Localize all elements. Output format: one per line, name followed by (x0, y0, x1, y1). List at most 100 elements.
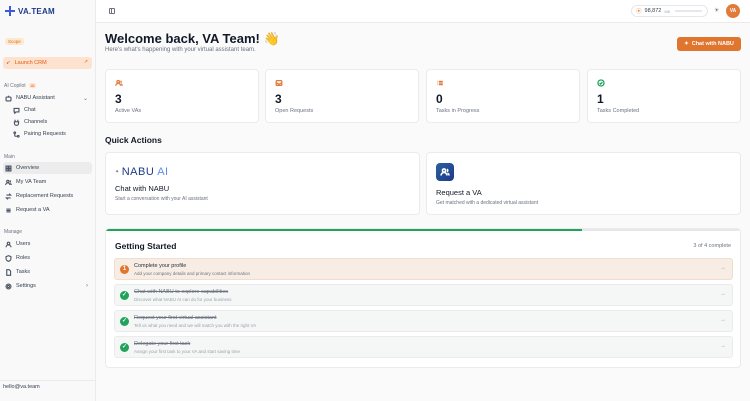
sidebar-item-nabu-assistant[interactable]: NABU Assistant ⌄ (3, 92, 92, 104)
sidebar-item-request-a-va[interactable]: Request a VA (3, 204, 92, 216)
task-request-first-va[interactable]: ✓ Request your first virtual assistant T… (114, 310, 733, 332)
stat-value: 3 (115, 92, 122, 106)
credits-percent: 9/8 (664, 8, 670, 14)
task-desc: Tell us what you need and we will match … (134, 323, 257, 328)
credits-indicator[interactable]: ⦿ 98,872 9/8 (631, 5, 708, 17)
sidebar-item-overview[interactable]: Overview (3, 162, 92, 174)
users-label: Users (16, 241, 31, 247)
check-icon: ✓ (120, 317, 129, 326)
nabu-assistant-label: NABU Assistant (16, 95, 55, 101)
sidebar-item-my-va-team[interactable]: My VA Team (3, 176, 92, 188)
nabu-ai-logo: ✦ NABU AI (115, 166, 169, 178)
quick-actions-title: Quick Actions (105, 135, 162, 145)
sidebar-item-roles[interactable]: Roles (3, 252, 92, 264)
sidebar-divider (0, 380, 96, 381)
plus-logo-icon (5, 6, 15, 16)
sidebar: VA.TEAM Scope ➹ Launch CRM ↗ AI Copilot A… (0, 0, 96, 401)
theme-toggle-icon[interactable]: ☀ (714, 8, 720, 14)
file-icon (5, 268, 12, 276)
chat-label: Chat (24, 107, 36, 113)
channels-label: Channels (24, 119, 48, 125)
task-title: Complete your profile (134, 263, 187, 269)
sparkle-icon: ✦ (115, 169, 120, 176)
main-section-label: Main (4, 154, 15, 160)
users-icon (5, 179, 12, 186)
message-icon (13, 107, 20, 114)
chat-with-nabu-button[interactable]: ✦ Chat with NABU (677, 37, 741, 51)
stat-card-active-vas: 3 Active VAs (105, 69, 259, 123)
bot-icon (5, 95, 12, 102)
grid-icon (5, 164, 12, 172)
stat-value: 1 (597, 92, 604, 106)
getting-started-count: 3 of 4 complete (693, 243, 731, 249)
sidebar-item-pairing-requests[interactable]: Pairing Requests (11, 128, 91, 140)
overview-label: Overview (16, 165, 39, 171)
page-title: Welcome back, VA Team! 👋 (105, 31, 280, 46)
launch-crm-button[interactable]: ➹ Launch CRM ↗ (3, 57, 92, 69)
task-title: Chat with NABU to explore capabilities (134, 289, 229, 295)
task-desc: Discover what NABU AI can do for your bu… (134, 297, 232, 302)
swap-icon (5, 192, 12, 200)
chat-with-nabu-card[interactable]: ✦ NABU AI Chat with NABU Start a conversa… (105, 152, 420, 215)
sparkle-icon: ✦ (684, 41, 689, 47)
user-email: hello@va.team (3, 384, 40, 390)
ai-tag: AI (28, 83, 37, 88)
roles-label: Roles (16, 255, 31, 261)
credits-value: 98,872 (644, 8, 662, 14)
task-complete-profile[interactable]: 1 Complete your profile Add your company… (114, 258, 733, 280)
user-icon (5, 241, 12, 248)
external-link-icon: ↗ (83, 59, 88, 65)
va-card-title: Request a VA (436, 188, 482, 197)
shield-icon (5, 254, 12, 262)
user-group-icon (436, 163, 454, 181)
request-a-va-card[interactable]: Request a VA Get matched with a dedicate… (426, 152, 741, 215)
pairing-requests-label: Pairing Requests (24, 131, 66, 137)
chat-card-desc: Start a conversation with your AI assist… (115, 196, 208, 202)
task-title: Delegate your first task (134, 341, 191, 347)
settings-label: Settings (16, 283, 36, 289)
task-delegate-first-task[interactable]: ✓ Delegate your first task Assign your f… (114, 336, 733, 358)
users-icon (115, 79, 123, 87)
sidebar-item-tasks[interactable]: Tasks (3, 266, 92, 278)
stat-card-tasks-completed: 1 Tasks Completed (587, 69, 741, 123)
avatar[interactable]: VA (726, 4, 740, 18)
stat-label: Active VAs (115, 108, 142, 114)
chat-with-nabu-label: Chat with NABU (691, 41, 734, 47)
coin-icon: ⦿ (636, 9, 642, 15)
stat-label: Tasks in Progress (436, 108, 480, 114)
sidebar-item-users[interactable]: Users (3, 238, 92, 250)
progress-fill (106, 229, 582, 231)
sidebar-item-chat[interactable]: Chat (11, 104, 91, 116)
check-icon: ✓ (120, 343, 129, 352)
scope-badge: Scope (5, 38, 24, 45)
chevron-down-icon: ⌄ (82, 95, 88, 102)
launch-crm-label: Launch CRM (14, 60, 47, 66)
getting-started-panel: Getting Started 3 of 4 complete 1 Comple… (105, 228, 741, 368)
stat-card-tasks-in-progress: 0 Tasks in Progress (426, 69, 580, 123)
task-desc: Assign your first task to your VA and st… (134, 349, 240, 354)
logo-text: VA.TEAM (18, 6, 55, 16)
stat-label: Open Requests (275, 108, 314, 114)
git-pull-icon (13, 130, 20, 138)
check-icon: ✓ (120, 291, 129, 300)
sidebar-toggle-icon[interactable] (109, 8, 115, 14)
inbox-icon (275, 79, 283, 87)
logo[interactable]: VA.TEAM (5, 6, 55, 16)
arrow-right-icon: → (720, 317, 726, 323)
manage-section-label: Manage (4, 229, 23, 235)
rocket-icon: ➹ (6, 60, 11, 66)
sidebar-item-channels[interactable]: Channels (11, 116, 91, 128)
chevron-right-icon: › (86, 283, 88, 289)
sidebar-item-replacement-requests[interactable]: Replacement Requests (3, 190, 92, 202)
getting-started-title: Getting Started (115, 241, 177, 251)
my-va-team-label: My VA Team (16, 179, 47, 185)
task-title: Request your first virtual assistant (134, 315, 217, 321)
sidebar-item-settings[interactable]: Settings › (3, 280, 92, 292)
request-a-va-label: Request a VA (16, 207, 50, 213)
list-icon (436, 79, 444, 87)
topbar: ⦿ 98,872 9/8 ☀ VA (96, 0, 750, 23)
stat-label: Tasks Completed (597, 108, 640, 114)
list-icon (5, 207, 12, 214)
stat-value: 3 (275, 92, 282, 106)
task-chat-with-nabu[interactable]: ✓ Chat with NABU to explore capabilities… (114, 284, 733, 306)
